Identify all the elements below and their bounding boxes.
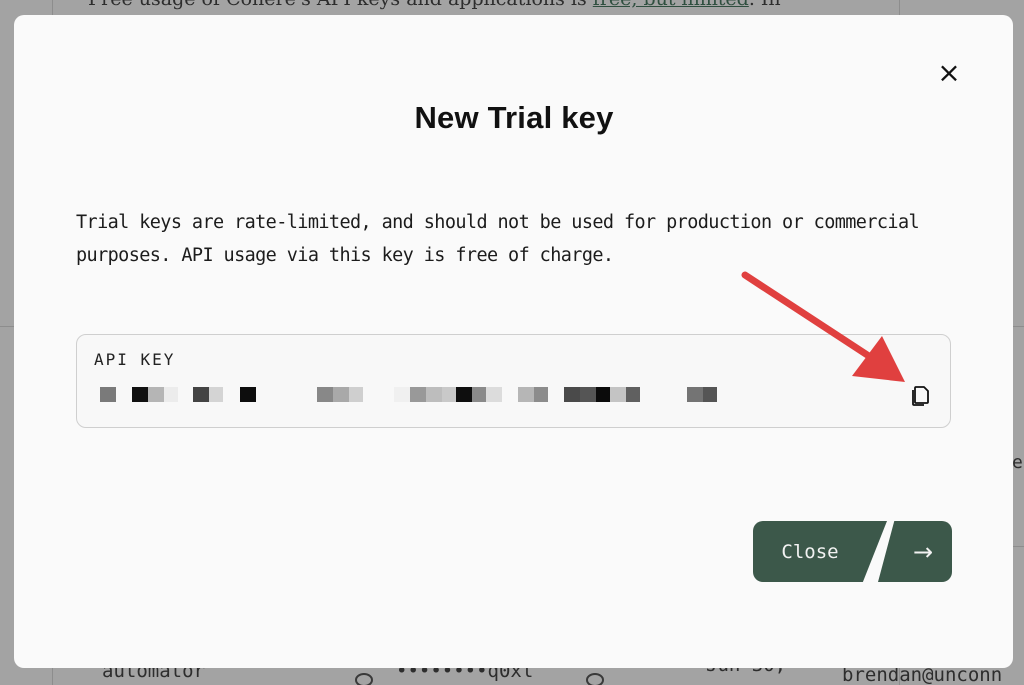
background-usage-text: Free usage of Cohere's API keys and appl… xyxy=(88,0,781,10)
background-side-text: e xyxy=(1012,452,1023,473)
modal-title: New Trial key xyxy=(414,100,614,135)
api-key-value-redacted xyxy=(100,387,740,402)
background-hide-icon xyxy=(355,673,373,685)
background-divider xyxy=(1013,546,1024,547)
api-key-label: API KEY xyxy=(94,350,176,369)
background-divider xyxy=(0,326,14,327)
copy-icon[interactable] xyxy=(906,380,936,410)
close-icon[interactable]: × xyxy=(934,58,964,88)
api-key-box xyxy=(76,334,951,428)
background-divider xyxy=(1013,326,1024,327)
background-eye-icon xyxy=(586,673,604,685)
background-usage-link: free, but limited xyxy=(593,0,749,10)
modal-description: Trial keys are rate-limited, and should … xyxy=(76,212,920,266)
